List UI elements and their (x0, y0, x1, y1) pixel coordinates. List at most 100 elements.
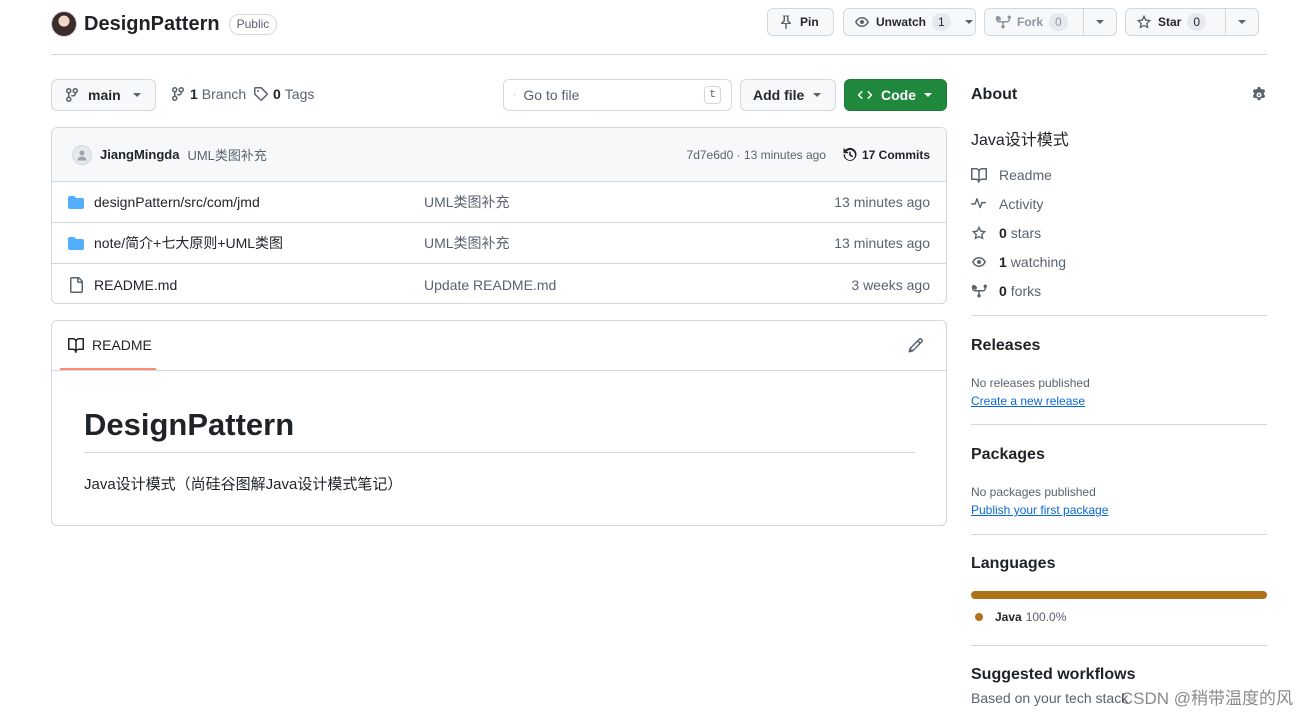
file-icon (70, 276, 83, 293)
caret-down-icon (1096, 20, 1104, 24)
add-file-label: Add file (753, 87, 805, 103)
releases-status: No releases published (971, 376, 1090, 390)
go-to-file-search[interactable]: t (503, 79, 732, 111)
tags-link[interactable]: 0 Tags (253, 86, 314, 102)
star-label: Star (1158, 15, 1182, 29)
watch-counter: 1 (932, 13, 951, 31)
language-percent: 100.0% (1025, 610, 1067, 624)
fork-button[interactable]: Fork 0 (984, 8, 1117, 36)
commit-author-avatar[interactable] (72, 144, 92, 165)
search-input[interactable] (523, 87, 705, 103)
file-name[interactable]: README.md (94, 277, 177, 293)
file-commit-message[interactable]: Update README.md (424, 277, 851, 293)
star-icon (1136, 14, 1152, 29)
tag-icon (254, 87, 268, 101)
file-commit-message[interactable]: UML类图补充 (424, 192, 834, 212)
readme-link-label: Readme (999, 166, 1052, 183)
about-links: Readme Activity 0 stars 1 watching 0 for… (971, 160, 1267, 305)
pin-button[interactable]: Pin (767, 8, 834, 36)
forks-link[interactable]: 0 forks (971, 276, 1267, 305)
forks-count: 0 (999, 282, 1007, 299)
star-dropdown[interactable] (1225, 9, 1258, 35)
history-icon (843, 147, 857, 161)
shortcut-hint: t (704, 86, 721, 104)
visibility-badge: Public (228, 13, 278, 35)
fork-counter: 0 (1049, 13, 1068, 31)
file-commit-message[interactable]: UML类图补充 (424, 233, 834, 253)
about-description: Java设计模式 (971, 132, 1069, 149)
star-button[interactable]: Star 0 (1125, 8, 1259, 36)
watching-count: 1 (999, 253, 1007, 270)
search-icon (514, 94, 516, 96)
add-file-button[interactable]: Add file (740, 79, 836, 111)
folder-icon (68, 196, 84, 209)
tag-label: Tags (284, 86, 315, 102)
eye-icon (855, 17, 869, 27)
owner-avatar[interactable] (51, 11, 77, 37)
forks-label: forks (1010, 282, 1042, 299)
unwatch-button[interactable]: Unwatch 1 (843, 8, 976, 36)
fork-icon (971, 283, 987, 298)
file-time: 3 weeks ago (851, 276, 930, 293)
book-icon (68, 337, 84, 353)
book-icon (971, 167, 987, 183)
unwatch-label: Unwatch (876, 15, 927, 29)
readme-link[interactable]: Readme (971, 160, 1267, 189)
branches-link[interactable]: 1 Branch (170, 86, 246, 102)
repo-header: DesignPattern Public (51, 10, 278, 38)
file-time: 13 minutes ago (834, 235, 930, 251)
stars-count: 0 (999, 224, 1007, 241)
packages-heading[interactable]: Packages (971, 446, 1267, 464)
star-counter: 0 (1187, 13, 1207, 31)
sidebar-divider (971, 534, 1267, 535)
branch-selector[interactable]: main (51, 79, 156, 111)
readme-description: Java设计模式（尚硅谷图解Java设计模式笔记） (84, 476, 403, 493)
language-color-dot (975, 613, 983, 621)
commit-hash-time[interactable]: 7d7e6d0 · 13 minutes ago (687, 148, 826, 162)
readme-divider (52, 370, 946, 371)
code-label: Code (881, 87, 916, 103)
eye-icon (972, 256, 986, 267)
fork-icon (995, 15, 1011, 29)
file-name[interactable]: note/简介+七大原则+UML类图 (94, 233, 283, 253)
language-item-java[interactable]: Java 100.0% (975, 610, 1066, 624)
file-row[interactable]: README.md Update README.md 3 weeks ago (52, 264, 946, 303)
caret-down-icon (924, 93, 932, 97)
stars-label: stars (1010, 224, 1042, 241)
commits-link[interactable]: 17 Commits (842, 147, 930, 163)
code-button[interactable]: Code (844, 79, 947, 111)
fork-dropdown[interactable] (1083, 9, 1116, 35)
about-header: About (971, 86, 1267, 104)
commit-message[interactable]: UML类图补充 (187, 145, 686, 164)
sidebar-divider (971, 645, 1267, 646)
file-row[interactable]: note/简介+七大原则+UML类图 UML类图补充 13 minutes ag… (52, 223, 946, 264)
file-name[interactable]: designPattern/src/com/jmd (94, 194, 260, 210)
language-bar-java (971, 591, 1267, 599)
releases-heading[interactable]: Releases (971, 337, 1267, 355)
folder-icon (68, 237, 84, 250)
stars-link[interactable]: 0 stars (971, 218, 1267, 247)
publish-package-link[interactable]: Publish your first package (971, 503, 1108, 517)
readme-tab-label: README (92, 336, 152, 353)
gear-icon[interactable] (1251, 87, 1267, 103)
commit-author[interactable]: JiangMingda (100, 147, 179, 162)
file-time: 13 minutes ago (834, 194, 930, 210)
code-icon (857, 90, 873, 100)
readme-title-underline (84, 452, 915, 453)
unwatch-dropdown[interactable] (957, 9, 983, 35)
tab-readme[interactable]: README (60, 321, 156, 370)
branch-icon (66, 88, 78, 102)
branch-name: main (88, 87, 121, 103)
activity-link[interactable]: Activity (971, 189, 1267, 218)
suggested-workflows-heading: Suggested workflows (971, 666, 1136, 683)
star-icon (971, 225, 987, 240)
watermark: CSDN @稍带温度的风 (1120, 689, 1293, 708)
readme-panel: README DesignPattern Java设计模式（尚硅谷图解Java设… (51, 320, 947, 526)
branch-icon (172, 87, 184, 101)
language-name: Java (995, 610, 1022, 624)
repo-name[interactable]: DesignPattern (84, 13, 220, 36)
file-row[interactable]: designPattern/src/com/jmd UML类图补充 13 min… (52, 182, 946, 223)
pencil-icon[interactable] (908, 337, 924, 353)
watching-link[interactable]: 1 watching (971, 247, 1267, 276)
create-release-link[interactable]: Create a new release (971, 394, 1085, 408)
